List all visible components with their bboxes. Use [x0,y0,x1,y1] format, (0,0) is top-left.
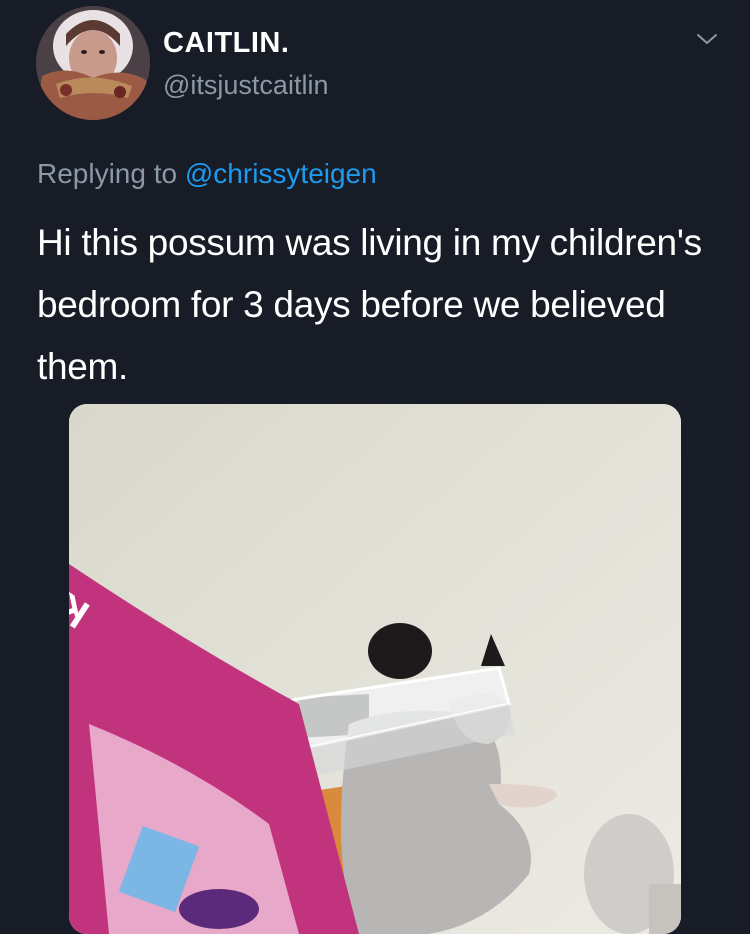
avatar-photo-icon [36,6,150,120]
tweet-card: CAITLIN. @itsjustcaitlin Replying to @ch… [0,0,750,934]
possum-photo: Kaleidup Designer [69,404,681,934]
replying-to-line: Replying to @chrissyteigen [37,156,377,192]
tweet-text: Hi this possum was living in my children… [37,222,702,387]
replying-to-label: Replying to [37,158,178,189]
user-avatar[interactable] [36,6,150,120]
tweet-menu-button[interactable] [694,28,720,50]
user-handle[interactable]: @itsjustcaitlin [163,67,328,103]
reply-mention-link[interactable]: @chrissyteigen [185,158,377,189]
author-info[interactable]: CAITLIN. @itsjustcaitlin [163,25,328,103]
chevron-down-icon [697,34,717,44]
display-name[interactable]: CAITLIN. [163,25,328,61]
tweet-media-photo[interactable]: Kaleidup Designer [69,404,681,934]
